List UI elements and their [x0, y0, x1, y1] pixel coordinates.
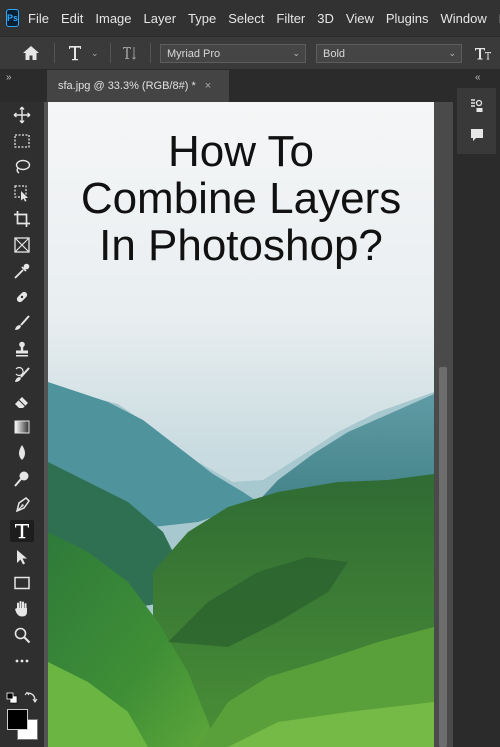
eraser-tool-icon[interactable] [10, 390, 34, 412]
object-selection-tool-icon[interactable] [10, 182, 34, 204]
pen-tool-icon[interactable] [10, 494, 34, 516]
hand-tool-icon[interactable] [10, 598, 34, 620]
home-icon[interactable] [22, 37, 40, 69]
headline-line: How To [168, 127, 314, 176]
frame-tool-icon[interactable] [10, 234, 34, 256]
vertical-scrollbar[interactable] [434, 102, 453, 747]
document-tab-title: sfa.jpg @ 33.3% (RGB/8#) * [58, 80, 196, 92]
menu-bar: Ps File Edit Image Layer Type Select Fil… [0, 0, 500, 36]
type-tool-preset-icon[interactable] [68, 37, 82, 69]
swap-colors-icon[interactable] [24, 690, 38, 704]
more-tools-icon[interactable] [10, 650, 34, 672]
text-size-icon[interactable] [474, 37, 492, 69]
properties-panel-icon[interactable] [468, 97, 486, 115]
close-icon[interactable]: × [205, 80, 211, 92]
options-divider [150, 43, 151, 63]
collapse-toolbar-button[interactable]: » [6, 72, 12, 83]
menu-layer[interactable]: Layer [144, 11, 177, 26]
menu-select[interactable]: Select [228, 11, 264, 26]
panel-dock [457, 88, 496, 154]
foreground-color-swatch[interactable] [7, 709, 28, 730]
document-tab-bar: sfa.jpg @ 33.3% (RGB/8#) * × [47, 70, 453, 102]
menu-plugins[interactable]: Plugins [386, 11, 429, 26]
menu-filter[interactable]: Filter [276, 11, 305, 26]
document-tab[interactable]: sfa.jpg @ 33.3% (RGB/8#) * × [47, 70, 229, 102]
canvas-area: How To Combine Layers In Photoshop? [44, 102, 453, 747]
crop-tool-icon[interactable] [10, 208, 34, 230]
options-divider [54, 43, 55, 63]
menu-view[interactable]: View [346, 11, 374, 26]
options-bar: ⌄ Myriad Pro ⌄ Bold ⌄ [0, 36, 500, 70]
rectangle-tool-icon[interactable] [10, 572, 34, 594]
headline-text-layer[interactable]: How To Combine Layers In Photoshop? [48, 128, 434, 269]
default-colors-icon[interactable] [6, 691, 18, 704]
history-brush-tool-icon[interactable] [10, 364, 34, 386]
tool-preset-chevron-icon[interactable]: ⌄ [91, 37, 99, 69]
right-panel-strip: « [453, 70, 500, 747]
tools-panel [0, 102, 44, 747]
chevron-down-icon: ⌄ [448, 48, 456, 58]
clone-stamp-tool-icon[interactable] [10, 338, 34, 360]
menu-3d[interactable]: 3D [317, 11, 334, 26]
type-tool-icon[interactable] [10, 520, 34, 542]
blur-tool-icon[interactable] [10, 442, 34, 464]
eyedropper-tool-icon[interactable] [10, 260, 34, 282]
dodge-tool-icon[interactable] [10, 468, 34, 490]
menu-window[interactable]: Window [440, 11, 486, 26]
options-divider [110, 43, 111, 63]
healing-brush-tool-icon[interactable] [10, 286, 34, 308]
zoom-tool-icon[interactable] [10, 624, 34, 646]
marquee-tool-icon[interactable] [10, 130, 34, 152]
font-family-select[interactable]: Myriad Pro ⌄ [160, 44, 306, 63]
photoshop-logo: Ps [6, 9, 20, 27]
lasso-tool-icon[interactable] [10, 156, 34, 178]
move-tool-icon[interactable] [10, 104, 34, 126]
headline-line: Combine Layers [80, 174, 402, 223]
collapse-panels-button[interactable]: « [475, 72, 481, 83]
headline-line: In Photoshop? [99, 221, 383, 270]
menu-edit[interactable]: Edit [61, 11, 83, 26]
scrollbar-thumb[interactable] [439, 367, 447, 747]
chevron-down-icon: ⌄ [292, 48, 300, 58]
document-canvas[interactable]: How To Combine Layers In Photoshop? [48, 102, 434, 747]
font-style-select[interactable]: Bold ⌄ [316, 44, 462, 63]
menu-file[interactable]: File [28, 11, 49, 26]
text-orientation-icon[interactable] [122, 37, 138, 69]
gradient-tool-icon[interactable] [10, 416, 34, 438]
menu-image[interactable]: Image [95, 11, 131, 26]
comments-panel-icon[interactable] [468, 126, 486, 144]
brush-tool-icon[interactable] [10, 312, 34, 334]
menu-type[interactable]: Type [188, 11, 216, 26]
path-selection-tool-icon[interactable] [10, 546, 34, 568]
